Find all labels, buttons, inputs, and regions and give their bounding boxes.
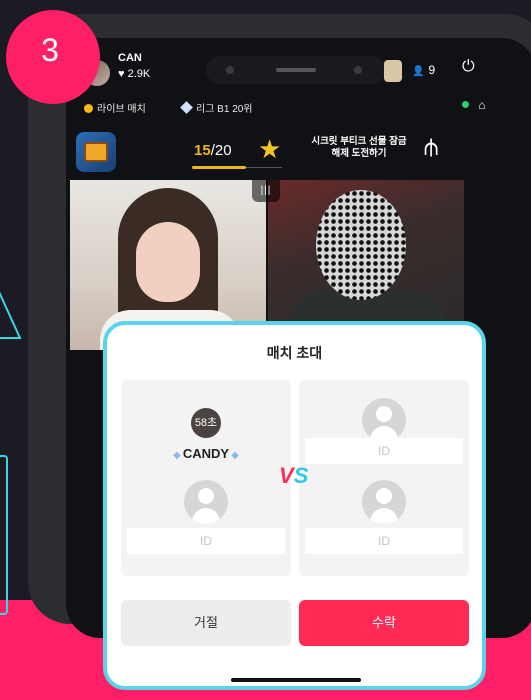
match-invite-modal: 매치 초대 58초 ◆ CANDY ◆ ID ID ID VS 거절 수락 [103, 321, 486, 690]
vs-s: S [293, 463, 309, 488]
home-icon[interactable]: ⌂ [478, 98, 485, 112]
mission-progress: 15/20 [194, 142, 232, 159]
user-name-text: CAN [118, 52, 142, 64]
avatar[interactable] [184, 480, 228, 524]
live-match-label[interactable]: 라이브 매치 [84, 100, 146, 115]
step-badge: 3 [6, 10, 100, 104]
gem-icon: ◆ [173, 450, 181, 461]
coin-icon [84, 104, 93, 113]
id-field[interactable]: ID [305, 528, 463, 554]
live-match-text: 라이브 매치 [97, 104, 146, 115]
mission-row: 15/20 ★ 시크릿 부티크 선물 잠금 해제 도전하기 ⫛ [66, 126, 531, 174]
user-name[interactable]: CAN [118, 52, 142, 64]
treasure-chest-icon[interactable] [76, 132, 116, 172]
diamond-icon [180, 101, 193, 114]
star-icon: ★ [258, 134, 282, 164]
home-indicator [231, 678, 361, 682]
accept-button[interactable]: 수락 [299, 600, 469, 646]
host-name: ◆ CANDY ◆ [121, 446, 291, 461]
triangle-decoration [0, 291, 22, 339]
host-name-text: CANDY [182, 446, 230, 461]
id-field[interactable]: ID [127, 528, 285, 554]
likes-count: 2.9K [127, 68, 151, 80]
exit-icon[interactable]: ⏻ [462, 58, 475, 76]
heart-icon: ♥ [118, 68, 125, 80]
host-avatar: 58초 [191, 408, 221, 438]
avatar[interactable] [362, 480, 406, 524]
league-rank-text: 리그 B1 20위 [196, 104, 253, 115]
avatar[interactable] [362, 398, 406, 442]
vs-icon: VS [279, 463, 308, 489]
league-rank-label[interactable]: 리그 B1 20위 [180, 100, 253, 115]
info-row: 라이브 매치 리그 B1 20위 ⌂ [84, 98, 524, 118]
id-field[interactable]: ID [305, 438, 463, 464]
viewer-avatar[interactable] [384, 60, 402, 82]
frame-decoration [0, 455, 8, 615]
progress-track [246, 167, 282, 168]
camera-notch [206, 56, 386, 84]
person-icon: 👤 [412, 66, 425, 77]
progress-total: /20 [210, 142, 232, 159]
live-dot-icon [462, 101, 469, 108]
reject-button[interactable]: 거절 [121, 600, 291, 646]
viewer-count-value: 9 [428, 63, 436, 77]
info-tools: ⌂ [462, 98, 486, 112]
team-right-panel: ID ID [299, 380, 469, 576]
vs-v: V [279, 463, 294, 488]
progress-done: 15 [194, 142, 211, 159]
gem-icon: ◆ [231, 450, 239, 461]
team-left-panel: 58초 ◆ CANDY ◆ ID [121, 380, 291, 576]
mission-text[interactable]: 시크릿 부티크 선물 잠금 해제 도전하기 [306, 136, 412, 160]
progress-underline [192, 166, 246, 169]
split-screen-icon[interactable]: ||| [252, 180, 280, 202]
user-likes: ♥ 2.9K [118, 68, 150, 80]
viewer-count[interactable]: 👤 9 [412, 63, 435, 77]
status-bar: CAN ♥ 2.9K 👤 9 ⏻ [66, 38, 531, 94]
trident-icon[interactable]: ⫛ [424, 134, 438, 162]
modal-title: 매치 초대 [266, 345, 323, 361]
